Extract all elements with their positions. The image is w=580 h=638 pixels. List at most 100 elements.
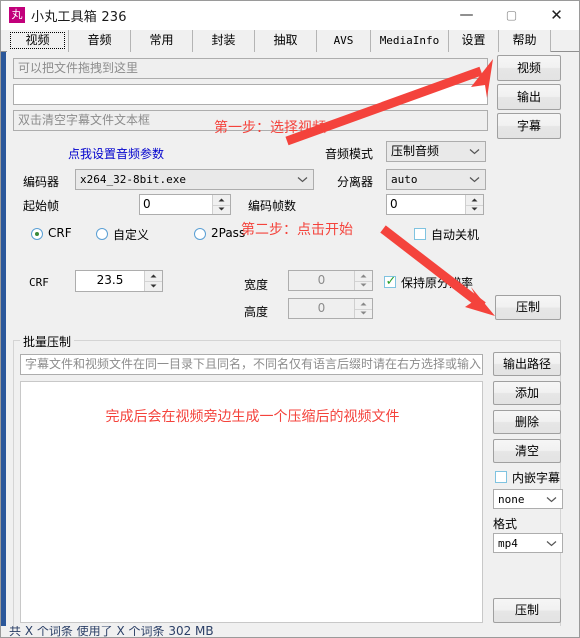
height-spin-buttons[interactable]	[354, 299, 372, 318]
frame-count-value[interactable]: 0	[387, 195, 465, 214]
clear-button-label: 清空	[514, 444, 539, 458]
crf-label: CRF	[29, 276, 49, 289]
crf-value[interactable]: 23.5	[76, 271, 144, 291]
maximize-button[interactable]: ▢	[489, 1, 534, 30]
select-output-button[interactable]: 输出	[497, 84, 561, 110]
tab-focus-ring	[10, 32, 65, 49]
chevron-down-icon	[468, 142, 481, 161]
encoder-value: x264_32-8bit.exe	[80, 173, 186, 186]
status-text: 共 X 个词条 使用了 X 个词条 302 MB	[9, 626, 214, 637]
annotation-step1: 第一步：选择视频	[214, 120, 326, 136]
chevron-down-icon[interactable]	[145, 281, 162, 291]
tab-extract-label: 抽取	[273, 33, 298, 47]
start-frame-value[interactable]: 0	[140, 195, 212, 214]
checkbox-auto-shutdown-label: 自动关机	[431, 228, 480, 242]
batch-path-field[interactable]: 字幕文件和视频文件在同一目录下且同名，不同名仅有语言后缀时请在右方选择或输入	[20, 354, 483, 375]
tab-settings[interactable]: 设置	[449, 30, 499, 52]
frame-count-spin-buttons[interactable]	[465, 195, 483, 214]
video-input-field[interactable]: 可以把文件拖拽到这里	[13, 58, 488, 79]
chevron-down-icon	[296, 170, 309, 189]
frame-count-stepper[interactable]: 0	[386, 194, 484, 215]
demuxer-select[interactable]: auto	[386, 169, 486, 190]
audio-mode-select[interactable]: 压制音频	[386, 141, 486, 162]
select-video-button[interactable]: 视频	[497, 55, 561, 81]
select-subtitle-button[interactable]: 字幕	[497, 113, 561, 139]
start-frame-label: 起始帧	[23, 199, 60, 213]
height-value: 0	[317, 301, 326, 315]
subtitle-language-value: none	[498, 493, 525, 506]
tab-common-label: 常用	[149, 33, 174, 47]
close-button[interactable]: ✕	[534, 1, 579, 30]
add-button[interactable]: 添加	[493, 381, 561, 405]
tab-avs-label: AVS	[333, 34, 354, 47]
frame-count-label: 编码帧数	[248, 199, 297, 213]
chevron-down-icon	[468, 170, 481, 189]
chevron-down-icon[interactable]	[355, 309, 372, 319]
format-select[interactable]: mp4	[493, 533, 563, 553]
subtitle-language-select[interactable]: none	[493, 489, 563, 509]
minimize-icon: —	[459, 7, 474, 23]
chevron-down-icon[interactable]	[213, 205, 230, 215]
window-title: 小丸工具箱 236	[31, 10, 127, 25]
batch-encode-button-label: 压制	[514, 603, 539, 617]
client-area: 可以把文件拖拽到这里 视频 输出 双击清空字幕文件文本框 字幕 点我设置音频参数…	[1, 52, 579, 637]
tab-mediainfo[interactable]: MediaInfo	[371, 30, 449, 52]
batch-file-list[interactable]: 完成后会在视频旁边生成一个压缩后的视频文件	[20, 381, 483, 623]
add-button-label: 添加	[514, 386, 539, 400]
format-label: 格式	[493, 517, 518, 531]
height-label: 高度	[244, 305, 269, 319]
start-frame-stepper[interactable]: 0	[139, 194, 231, 215]
batch-group-title: 批量压制	[20, 333, 75, 350]
radio-custom-label: 自定义	[113, 228, 150, 242]
tab-video[interactable]: 视频	[7, 30, 69, 52]
demuxer-value: auto	[391, 173, 418, 186]
chevron-down-icon	[545, 490, 558, 508]
annotation-step2: 第二步：点击开始	[241, 222, 353, 238]
encoder-select[interactable]: x264_32-8bit.exe	[75, 169, 314, 190]
check-icon: ✓	[385, 274, 397, 289]
tab-audio[interactable]: 音频	[69, 30, 131, 52]
app-window: 丸 小丸工具箱 236 — ▢ ✕ 视频 音频 常用 封装 抽取 AVS Med…	[0, 0, 580, 638]
width-spin-buttons[interactable]	[354, 271, 372, 290]
crf-spin-buttons[interactable]	[144, 271, 162, 291]
status-bar: 共 X 个词条 使用了 X 个词条 302 MB	[1, 626, 579, 637]
width-stepper[interactable]: 0	[288, 270, 373, 291]
tab-mux[interactable]: 封装	[193, 30, 255, 52]
title-bar: 丸 小丸工具箱 236 — ▢ ✕	[1, 1, 579, 30]
tab-extract[interactable]: 抽取	[255, 30, 317, 52]
close-icon: ✕	[550, 6, 563, 24]
format-value: mp4	[498, 537, 518, 550]
audio-mode-value: 压制音频	[391, 144, 440, 158]
maximize-icon: ▢	[505, 8, 518, 22]
select-video-button-label: 视频	[516, 61, 541, 75]
crf-stepper[interactable]: 23.5	[75, 270, 163, 292]
start-frame-spin-buttons[interactable]	[212, 195, 230, 214]
checkbox-auto-shutdown-box	[414, 228, 426, 240]
tab-settings-label: 设置	[461, 33, 486, 47]
tab-avs[interactable]: AVS	[317, 30, 371, 52]
delete-button[interactable]: 删除	[493, 410, 561, 434]
width-label: 宽度	[244, 278, 269, 292]
app-icon: 丸	[9, 7, 25, 23]
tab-help[interactable]: 帮助	[499, 30, 551, 52]
select-output-button-label: 输出	[516, 90, 541, 104]
radio-crf-indicator	[31, 228, 43, 240]
encode-button[interactable]: 压制	[495, 295, 561, 320]
tab-common[interactable]: 常用	[131, 30, 193, 52]
batch-encode-button[interactable]: 压制	[493, 598, 561, 623]
minimize-button[interactable]: —	[444, 1, 489, 30]
output-path-field[interactable]	[13, 84, 488, 105]
chevron-down-icon[interactable]	[466, 205, 483, 215]
checkbox-keep-resolution-box: ✓	[384, 274, 397, 289]
checkbox-embed-subtitle-label: 内嵌字幕	[512, 471, 561, 485]
chevron-down-icon	[545, 534, 558, 552]
checkbox-embed-subtitle-box	[495, 471, 507, 483]
left-accent-rail	[1, 52, 6, 637]
audio-params-link[interactable]: 点我设置音频参数	[68, 145, 164, 162]
radio-2pass-indicator	[194, 228, 206, 240]
chevron-down-icon[interactable]	[355, 281, 372, 291]
clear-button[interactable]: 清空	[493, 439, 561, 463]
height-stepper[interactable]: 0	[288, 298, 373, 319]
output-path-button[interactable]: 输出路径	[493, 352, 561, 376]
tab-mux-label: 封装	[211, 33, 236, 47]
